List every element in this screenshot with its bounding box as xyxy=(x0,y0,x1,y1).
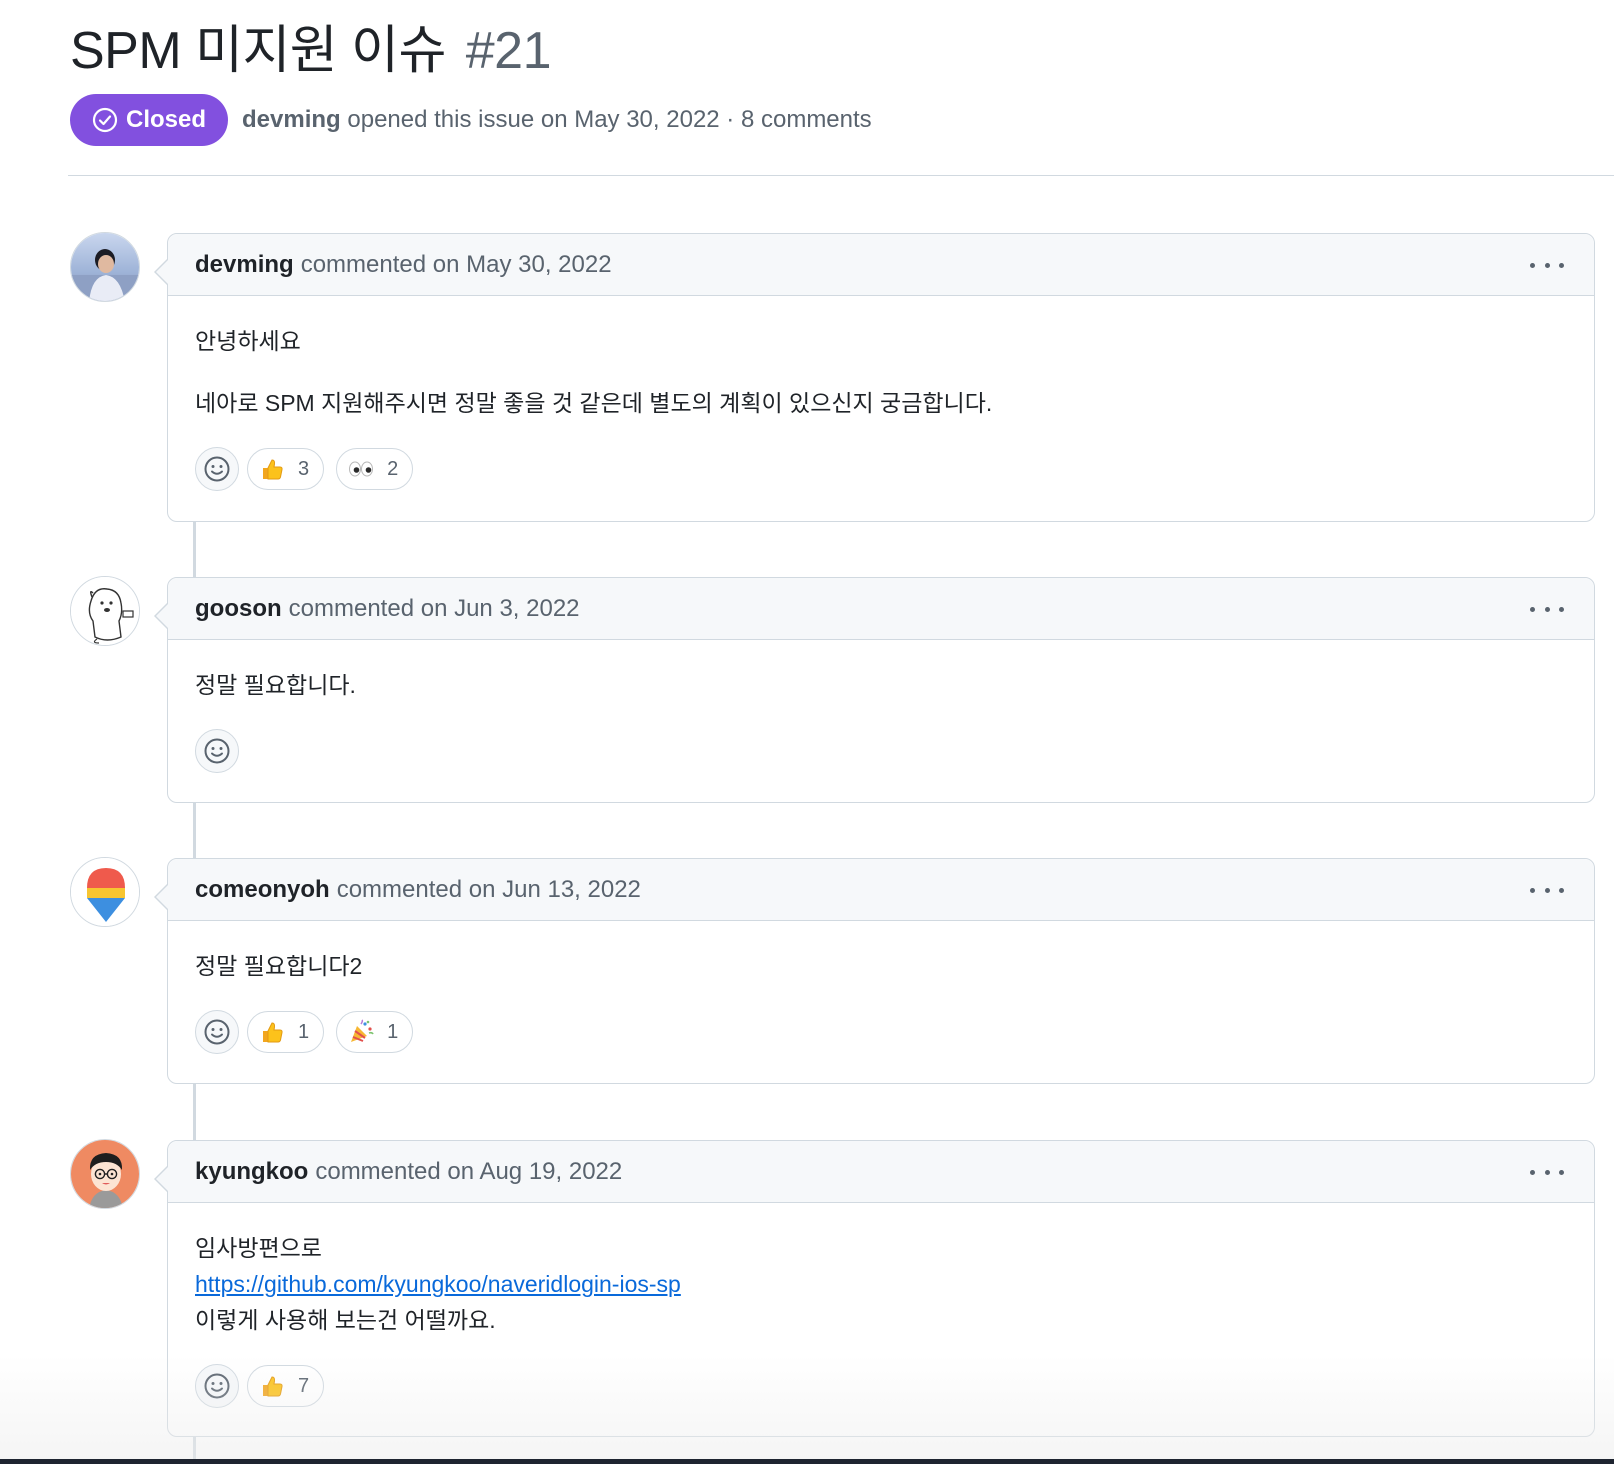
reactions-bar xyxy=(168,729,1594,773)
reaction-hooray[interactable]: 1 xyxy=(336,1011,414,1053)
comment-author[interactable]: comeonyoh xyxy=(195,876,330,904)
kebab-dot-icon xyxy=(1544,262,1550,268)
comment-body: 정말 필요합니다. xyxy=(168,640,1594,703)
add-reaction-button[interactable] xyxy=(195,447,239,491)
party-popper-icon xyxy=(351,1019,374,1042)
kebab-dot-icon xyxy=(1530,262,1535,268)
smiley-icon xyxy=(204,738,230,764)
comment-options-button[interactable] xyxy=(1530,1159,1564,1185)
smiley-icon xyxy=(204,1019,230,1045)
issue-timeline: devming commented on May 30, 2022 안녕하세요 … xyxy=(0,0,1614,1464)
kebab-dot-icon xyxy=(1544,606,1550,612)
smiley-icon xyxy=(204,456,230,482)
comment-header: devming commented on May 30, 2022 xyxy=(168,234,1594,296)
add-reaction-button[interactable] xyxy=(195,729,239,773)
reaction-eyes[interactable]: 2 xyxy=(336,448,414,490)
avatar[interactable] xyxy=(70,232,140,302)
comment-text: 안녕하세요 xyxy=(195,328,301,354)
avatar-image-gooson xyxy=(71,577,139,645)
comment-card: devming commented on May 30, 2022 안녕하세요 … xyxy=(154,233,1595,522)
add-reaction-button[interactable] xyxy=(195,1364,239,1408)
reactions-bar: 7 xyxy=(168,1364,1594,1408)
avatar[interactable] xyxy=(70,576,140,646)
kebab-dot-icon xyxy=(1530,606,1535,612)
comment-body: 안녕하세요 네아로 SPM 지원해주시면 정말 좋을 것 같은데 별도의 계획이… xyxy=(168,296,1594,421)
kebab-dot-icon xyxy=(1530,887,1535,893)
reaction-count: 7 xyxy=(298,1374,310,1397)
kebab-dot-icon xyxy=(1544,887,1550,893)
comment-header: comeonyoh commented on Jun 13, 2022 xyxy=(168,859,1594,921)
reactions-bar: 3 2 xyxy=(168,447,1594,491)
comment-card: comeonyoh commented on Jun 13, 2022 정말 필… xyxy=(154,858,1595,1084)
kebab-dot-icon xyxy=(1544,1169,1550,1175)
comment-author[interactable]: devming xyxy=(195,251,294,279)
comment-body: 임사방편으로 https://github.com/kyungkoo/naver… xyxy=(168,1203,1594,1338)
comment-options-button[interactable] xyxy=(1530,877,1564,903)
thumbs-up-icon xyxy=(263,1376,283,1397)
timeline-connector xyxy=(193,522,196,577)
comment-body: 정말 필요합니다2 xyxy=(168,921,1594,984)
comment-header: kyungkoo commented on Aug 19, 2022 xyxy=(168,1141,1594,1203)
comment-text: 정말 필요합니다. xyxy=(195,672,356,698)
repo-link[interactable]: https://github.com/kyungkoo/naveridlogin… xyxy=(195,1271,681,1297)
avatar[interactable] xyxy=(70,857,140,927)
reaction-thumbs-up[interactable]: 7 xyxy=(247,1365,325,1407)
kebab-dot-icon xyxy=(1559,1169,1564,1175)
reaction-thumbs-up[interactable]: 1 xyxy=(247,1011,325,1053)
avatar-image-comeonyoh xyxy=(71,858,139,926)
comment-text: 이렇게 사용해 보는건 어떨까요. xyxy=(195,1307,496,1333)
reaction-count: 1 xyxy=(298,1020,310,1043)
comment-text: 임사방편으로 xyxy=(195,1235,322,1261)
smiley-icon xyxy=(204,1373,230,1399)
timeline-connector xyxy=(193,1084,196,1141)
comment-card: kyungkoo commented on Aug 19, 2022 임사방편으… xyxy=(154,1140,1595,1437)
comment-author[interactable]: kyungkoo xyxy=(195,1158,308,1186)
comment-options-button[interactable] xyxy=(1530,596,1564,622)
thumbs-up-icon xyxy=(263,459,283,480)
thumbs-up-icon xyxy=(263,1022,283,1043)
avatar[interactable] xyxy=(70,1139,140,1209)
reactions-bar: 1 1 xyxy=(168,1010,1594,1054)
reaction-count: 1 xyxy=(387,1020,399,1043)
eyes-icon xyxy=(349,461,374,477)
comment-card: gooson commented on Jun 3, 2022 정말 필요합니다… xyxy=(154,577,1595,803)
kebab-dot-icon xyxy=(1559,606,1564,612)
kebab-dot-icon xyxy=(1530,1169,1535,1175)
comment-options-button[interactable] xyxy=(1530,252,1564,278)
avatar-image-kyungkoo xyxy=(71,1140,139,1208)
comment-timestamp[interactable]: commented on Aug 19, 2022 xyxy=(315,1158,622,1186)
comment-text: 정말 필요합니다2 xyxy=(195,953,363,979)
bottom-edge xyxy=(0,1459,1614,1464)
add-reaction-button[interactable] xyxy=(195,1010,239,1054)
reaction-thumbs-up[interactable]: 3 xyxy=(247,448,325,490)
comment-timestamp[interactable]: commented on Jun 13, 2022 xyxy=(337,876,641,904)
comment-author[interactable]: gooson xyxy=(195,595,282,623)
reaction-count: 3 xyxy=(298,457,310,480)
comment-text: 네아로 SPM 지원해주시면 정말 좋을 것 같은데 별도의 계획이 있으신지 … xyxy=(195,390,993,416)
comment-header: gooson commented on Jun 3, 2022 xyxy=(168,578,1594,640)
timeline-connector xyxy=(193,803,196,860)
avatar-image-devming xyxy=(71,233,139,301)
kebab-dot-icon xyxy=(1559,262,1564,268)
reaction-count: 2 xyxy=(387,457,399,480)
comment-timestamp[interactable]: commented on Jun 3, 2022 xyxy=(289,595,580,623)
comment-timestamp[interactable]: commented on May 30, 2022 xyxy=(301,251,612,279)
kebab-dot-icon xyxy=(1559,887,1564,893)
